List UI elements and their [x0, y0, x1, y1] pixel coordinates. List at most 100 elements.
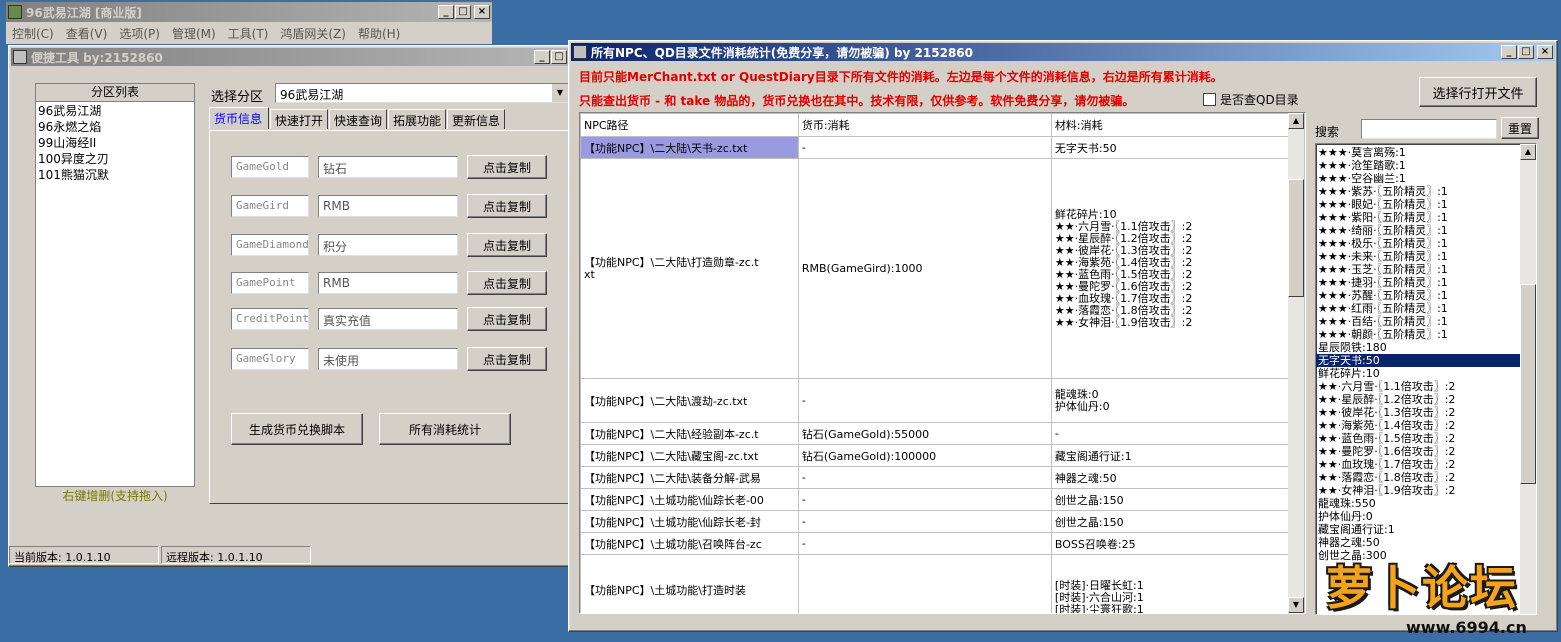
copy-button[interactable]: 点击复制 [467, 194, 547, 218]
cell-npc-path[interactable]: 【功能NPC】\二大陆\装备分解-武易 [580, 466, 799, 489]
copy-button[interactable]: 点击复制 [467, 307, 547, 331]
summary-item[interactable]: ★★★·红雨·〖五阶精灵〗:1 [1316, 302, 1536, 315]
qd-checkbox-group[interactable]: 是否查QD目录 [1203, 91, 1299, 108]
column-header-currency[interactable]: 货币:消耗 [797, 113, 1052, 137]
currency-key-field[interactable]: GameDiamond [231, 234, 309, 256]
open-selected-file-button[interactable]: 选择行打开文件 [1419, 77, 1537, 107]
summary-scroll-thumb[interactable] [1520, 284, 1536, 484]
copy-button[interactable]: 点击复制 [467, 155, 547, 179]
menu-help[interactable]: 帮助(H) [352, 25, 406, 42]
stats-close-icon[interactable]: × [1537, 45, 1553, 59]
reset-button[interactable]: 重置 [1501, 117, 1539, 139]
summary-item[interactable]: 藏宝阁通行证:1 [1316, 523, 1536, 536]
summary-item[interactable]: ★★★·紫苏·〖五阶精灵〗:1 [1316, 185, 1536, 198]
cell-currency[interactable]: RMB(GameGird):1000 [797, 158, 1052, 379]
currency-key-field[interactable]: GameGlory [231, 348, 309, 370]
stats-maximize-icon[interactable]: □ [1518, 45, 1534, 59]
summary-list[interactable]: ★★★·莫言离殇:1 ★★★·沧笙踏歌:1 ★★★·空谷幽兰:1 ★★★·紫苏·〖五阶… [1315, 143, 1537, 615]
column-header-npc-path[interactable]: NPC路径 [580, 113, 799, 137]
column-header-material[interactable]: 材料:消耗 [1050, 113, 1305, 137]
table-row[interactable]: 【功能NPC】\土城功能\召唤阵台-zc - BOSS召唤卷:25 [580, 532, 1305, 555]
tab-quick-query[interactable]: 快速查询 [329, 109, 387, 129]
cell-currency[interactable]: - [797, 466, 1052, 489]
summary-item[interactable]: ★★·海紫苑·〖1.4倍攻击〗:2 [1316, 419, 1536, 432]
menu-control[interactable]: 控制(C) [6, 25, 60, 42]
table-row[interactable]: 【功能NPC】\土城功能\打造时装 [时装]·日曜长虹:1 [时装]·六合山河:… [580, 554, 1305, 613]
currency-key-field[interactable]: GamePoint [231, 272, 309, 294]
partition-item[interactable]: 100异度之刃 [36, 151, 194, 167]
cell-currency[interactable]: 钻石(GameGold):100000 [797, 444, 1052, 467]
all-consumption-stats-button[interactable]: 所有消耗统计 [379, 413, 511, 445]
cell-npc-path[interactable]: 【功能NPC】\二大陆\渡劫-zc.txt [580, 378, 799, 423]
cell-npc-path[interactable]: 【功能NPC】\土城功能\仙踪长老-00 [580, 488, 799, 511]
cell-material[interactable]: 龍魂珠:0 护体仙丹:0 [1050, 378, 1305, 423]
summary-item[interactable]: ★★·六月雪·〖1.1倍攻击〗:2 [1316, 380, 1536, 393]
partition-item[interactable]: 99山海经II [36, 135, 194, 151]
cell-material[interactable]: 神器之魂:50 [1050, 466, 1305, 489]
menu-tools[interactable]: 工具(T) [222, 25, 275, 42]
cell-currency[interactable]: - [797, 532, 1052, 555]
table-row[interactable]: 【功能NPC】\土城功能\仙踪长老-00 - 创世之晶:150 [580, 488, 1305, 511]
summary-item[interactable]: ★★·星辰醉·〖1.2倍攻击〗:2 [1316, 393, 1536, 406]
summary-item[interactable]: 无字天书:50 [1316, 354, 1536, 367]
summary-item[interactable]: ★★·彼岸花·〖1.3倍攻击〗:2 [1316, 406, 1536, 419]
summary-item[interactable]: 星辰陨铁:180 [1316, 341, 1536, 354]
currency-value-field[interactable]: 真实充值 [318, 308, 458, 330]
summary-item[interactable]: ★★·曼陀罗·〖1.6倍攻击〗:2 [1316, 445, 1536, 458]
summary-item[interactable]: ★★·落霞恋·〖1.8倍攻击〗:2 [1316, 471, 1536, 484]
summary-item[interactable]: ★★★·眼妃·〖五阶精灵〗:1 [1316, 198, 1536, 211]
partition-select[interactable]: 96武易江湖 ▼ [275, 83, 569, 103]
summary-item[interactable]: ★★★·玉芝·〖五阶精灵〗:1 [1316, 263, 1536, 276]
cell-currency[interactable]: - [797, 378, 1052, 423]
copy-button[interactable]: 点击复制 [467, 233, 547, 257]
cell-material[interactable]: 藏宝阁通行证:1 [1050, 444, 1305, 467]
cell-material[interactable]: 无字天书:50 [1050, 136, 1305, 159]
tab-extensions[interactable]: 拓展功能 [388, 109, 446, 129]
stats-window-titlebar[interactable]: 所有NPC、QD目录文件消耗统计(免费分享，请勿被骗) by 2152860 _… [571, 43, 1555, 61]
main-window-titlebar[interactable]: 96武易江湖 [商业版] _ □ × [6, 2, 492, 22]
tab-currency[interactable]: 货币信息 [209, 107, 269, 129]
table-row[interactable]: 【功能NPC】\二大陆\藏宝阁-zc.txt 钻石(GameGold):1000… [580, 444, 1305, 467]
currency-key-field[interactable]: CreditPoint [231, 308, 309, 330]
menu-gateway[interactable]: 鸿盾网关(Z) [274, 25, 352, 42]
menu-options[interactable]: 选项(P) [113, 25, 166, 42]
tool-maximize-icon[interactable]: □ [551, 50, 567, 64]
cell-currency[interactable] [797, 554, 1052, 613]
minimize-icon[interactable]: _ [438, 5, 454, 19]
cell-material[interactable]: 鲜花碎片:10 ★★·六月雪·〖1.1倍攻击〗:2 ★★·星辰醉·〖1.2倍攻击… [1050, 158, 1305, 379]
table-row[interactable]: 【功能NPC】\二大陆\打造勋章-zc.t xt RMB(GameGird):1… [580, 158, 1305, 379]
summary-item[interactable]: ★★★·捷羽·〖五阶精灵〗:1 [1316, 276, 1536, 289]
summary-item[interactable]: 鲜花碎片:10 [1316, 367, 1536, 380]
cell-npc-path[interactable]: 【功能NPC】\二大陆\藏宝阁-zc.txt [580, 444, 799, 467]
cell-material[interactable]: 创世之晶:150 [1050, 510, 1305, 533]
menu-manage[interactable]: 管理(M) [166, 25, 222, 42]
cell-material[interactable]: 创世之晶:150 [1050, 488, 1305, 511]
table-row[interactable]: 【功能NPC】\二大陆\经验副本-zc.t 钻石(GameGold):55000… [580, 422, 1305, 445]
summary-item[interactable]: 神器之魂:50 [1316, 536, 1536, 549]
close-icon[interactable]: × [474, 5, 490, 19]
summary-item[interactable]: ★★·女神泪·〖1.9倍攻击〗:2 [1316, 484, 1536, 497]
partition-item[interactable]: 96永燃之焰 [36, 119, 194, 135]
qd-checkbox[interactable] [1203, 93, 1216, 106]
copy-button[interactable]: 点击复制 [467, 271, 547, 295]
summary-item[interactable]: 龍魂珠:550 [1316, 497, 1536, 510]
cell-currency[interactable]: - [797, 488, 1052, 511]
scroll-up-icon[interactable]: ▲ [1288, 113, 1304, 129]
tab-quick-open[interactable]: 快速打开 [270, 109, 328, 129]
currency-value-field[interactable]: 未使用 [318, 348, 458, 370]
maximize-icon[interactable]: □ [455, 5, 471, 19]
table-row[interactable]: 【功能NPC】\二大陆\装备分解-武易 - 神器之魂:50 [580, 466, 1305, 489]
summary-item[interactable]: ★★·蓝色雨·〖1.5倍攻击〗:2 [1316, 432, 1536, 445]
summary-item[interactable]: ★★★·空谷幽兰:1 [1316, 172, 1536, 185]
partition-item[interactable]: 96武易江湖 [36, 103, 194, 119]
cell-currency[interactable]: 钻石(GameGold):55000 [797, 422, 1052, 445]
cell-npc-path[interactable]: 【功能NPC】\二大陆\经验副本-zc.t [580, 422, 799, 445]
currency-value-field[interactable]: RMB [318, 272, 458, 294]
summary-item[interactable]: 护体仙丹:0 [1316, 510, 1536, 523]
summary-item[interactable]: ★★★·莫言离殇:1 [1316, 146, 1536, 159]
currency-key-field[interactable]: GameGird [231, 195, 309, 217]
cell-npc-path[interactable]: 【功能NPC】\土城功能\仙踪长老-封 [580, 510, 799, 533]
cell-currency[interactable]: - [797, 510, 1052, 533]
summary-item[interactable]: ★★★·百结·〖五阶精灵〗:1 [1316, 315, 1536, 328]
table-scroll-thumb[interactable] [1288, 179, 1304, 297]
